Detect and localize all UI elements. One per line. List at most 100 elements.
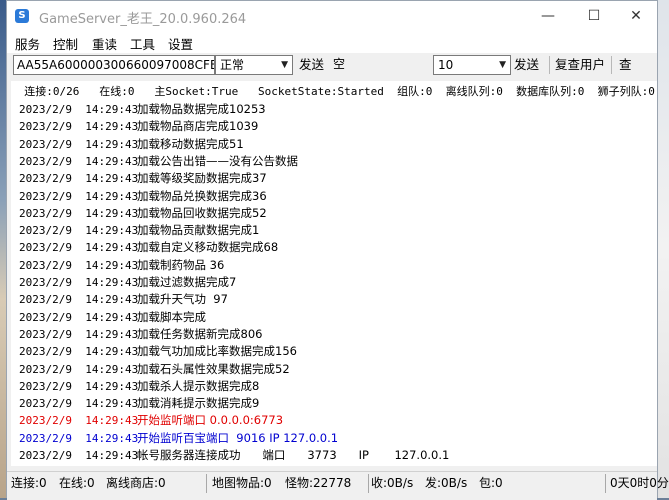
log-timestamp: 2023/2/9 14:29:43 <box>19 431 139 445</box>
count-select-value: 10 <box>438 58 454 72</box>
log-message: 加载物品商店完成1039 <box>137 119 259 134</box>
status-map-items: 地图物品:0 <box>212 476 272 490</box>
dropdown-arrow-icon: ▼ <box>281 60 288 70</box>
log-timestamp: 2023/2/9 14:29:43 <box>19 241 139 255</box>
log-message: 加载等级奖励数据完成37 <box>137 171 267 186</box>
log-row[interactable]: 2023/2/9 14:29:43加载物品兑换数据完成36 <box>19 188 267 204</box>
status-monsters: 怪物:22778 <box>285 476 352 490</box>
log-message: 加载杀人提示数据完成8 <box>137 378 260 393</box>
log-timestamp: 2023/2/9 14:29:43 <box>19 224 139 238</box>
log-message: 加载物品贡献数据完成1 <box>137 223 260 238</box>
log-row[interactable]: 2023/2/9 14:29:43加载制药物品 36 <box>19 257 224 273</box>
log-message: 加载消耗提示数据完成9 <box>137 396 260 411</box>
log-row[interactable]: 2023/2/9 14:29:43加载杀人提示数据完成8 <box>19 378 259 394</box>
log-row[interactable]: 2023/2/9 14:29:43加载任务数据新完成806 <box>19 326 262 342</box>
log-message: 加载升天气功 97 <box>137 292 228 307</box>
status-connections: 连接:0 <box>11 476 47 490</box>
log-row[interactable]: 2023/2/9 14:29:43加载自定义移动数据完成68 <box>19 239 278 255</box>
log-row[interactable]: 2023/2/9 14:29:43帐号服务器连接成功 端口 3773 IP 12… <box>19 447 449 463</box>
minimize-icon[interactable]: — <box>525 1 571 31</box>
log-message: 加载脚本完成 <box>137 309 206 324</box>
log-message: 加载制药物品 36 <box>137 257 225 272</box>
log-row[interactable]: 2023/2/9 14:29:43加载等级奖励数据完成37 <box>19 170 267 186</box>
title-bar[interactable]: S GameServer_老王_20.0.960.264 — ☐ ✕ <box>7 1 657 31</box>
log-row[interactable]: 2023/2/9 14:29:43加载脚本完成 <box>19 309 206 325</box>
log-message: 加载气功加成比率数据完成156 <box>137 344 297 359</box>
log-row[interactable]: 2023/2/9 14:29:43加载气功加成比率数据完成156 <box>19 343 297 359</box>
menu-bar: 服务 控制 重读 工具 设置 <box>7 31 657 53</box>
send-button-1[interactable]: 发送 <box>297 54 326 76</box>
server-status-summary: 连接:0/26 在线:0 主Socket:True SocketState:St… <box>11 85 655 98</box>
toolbar-separator <box>549 56 550 74</box>
log-timestamp: 2023/2/9 14:29:43 <box>19 310 139 324</box>
message-input[interactable]: 空 <box>330 55 430 75</box>
recheck-users-button[interactable]: 复查用户 <box>553 54 607 76</box>
status-send-rate: 发:0B/s <box>425 476 468 490</box>
log-row[interactable]: 2023/2/9 14:29:43加载消耗提示数据完成9 <box>19 395 259 411</box>
send-button-2[interactable]: 发送 <box>512 54 541 76</box>
log-message: 开始监听百宝端口 9016 IP 127.0.0.1 <box>137 430 339 445</box>
log-timestamp: 2023/2/9 14:29:43 <box>19 449 139 462</box>
log-message: 加载物品兑换数据完成36 <box>137 188 267 203</box>
log-message: 加载物品回收数据完成52 <box>137 205 267 220</box>
log-timestamp: 2023/2/9 14:29:43 <box>19 293 139 307</box>
log-row[interactable]: 2023/2/9 14:29:43开始监听端口 0.0.0.0:6773 <box>19 412 283 428</box>
log-message: 加载石头属性效果数据完成52 <box>137 361 290 376</box>
close-icon[interactable]: ✕ <box>613 1 659 31</box>
log-row[interactable]: 2023/2/9 14:29:43加载移动数据完成51 <box>19 136 244 152</box>
log-message: 加载任务数据新完成806 <box>137 326 263 341</box>
log-timestamp: 2023/2/9 14:29:43 <box>19 120 139 134</box>
app-s-icon: S <box>15 9 29 23</box>
log-timestamp: 2023/2/9 14:29:43 <box>19 189 139 203</box>
log-list[interactable]: 连接:0/26 在线:0 主Socket:True SocketState:St… <box>11 81 657 466</box>
log-timestamp: 2023/2/9 14:29:43 <box>19 414 139 428</box>
status-bar: 连接:0 在线:0 离线商店:0 地图物品:0 怪物:22778 收:0B/s … <box>7 471 669 500</box>
log-message: 加载自定义移动数据完成68 <box>137 240 279 255</box>
log-row[interactable]: 2023/2/9 14:29:43加载公告出错——没有公告数据 <box>19 153 298 169</box>
log-row[interactable]: 2023/2/9 14:29:43加载物品商店完成1039 <box>19 118 258 134</box>
gameserver-window: S GameServer_老王_20.0.960.264 — ☐ ✕ 服务 控制… <box>6 0 669 500</box>
log-timestamp: 2023/2/9 14:29:43 <box>19 172 139 186</box>
status-uptime: 0天0时0分30 <box>610 476 669 490</box>
log-timestamp: 2023/2/9 14:29:43 <box>19 206 139 220</box>
status-recv-rate: 收:0B/s <box>371 476 414 490</box>
log-row[interactable]: 2023/2/9 14:29:43加载石头属性效果数据完成52 <box>19 361 290 377</box>
maximize-icon[interactable]: ☐ <box>571 1 617 31</box>
log-timestamp: 2023/2/9 14:29:43 <box>19 362 139 376</box>
menu-service[interactable]: 服务 <box>15 34 40 53</box>
menu-control[interactable]: 控制 <box>53 34 78 53</box>
menu-settings[interactable]: 设置 <box>168 34 193 53</box>
log-row[interactable]: 2023/2/9 14:29:43加载升天气功 97 <box>19 291 228 307</box>
log-timestamp: 2023/2/9 14:29:43 <box>19 103 139 116</box>
log-timestamp: 2023/2/9 14:29:43 <box>19 154 139 168</box>
window-title: GameServer_老王_20.0.960.264 <box>39 12 247 27</box>
log-timestamp: 2023/2/9 14:29:43 <box>19 397 139 411</box>
log-message: 加载公告出错——没有公告数据 <box>137 153 298 168</box>
toolbar: AA55A600000300660097008CFB! 正常 ▼ 发送 空 10… <box>7 53 657 77</box>
log-message: 帐号服务器连接成功 端口 3773 IP 127.0.0.1 <box>137 448 450 462</box>
mode-select[interactable]: 正常 ▼ <box>215 55 293 75</box>
log-row[interactable]: 2023/2/9 14:29:43加载物品贡献数据完成1 <box>19 222 259 238</box>
menu-tools[interactable]: 工具 <box>130 34 155 53</box>
log-timestamp: 2023/2/9 14:29:43 <box>19 137 139 151</box>
log-row[interactable]: 2023/2/9 14:29:43加载物品数据完成10253 <box>19 101 266 117</box>
status-divider <box>206 474 207 493</box>
desktop-background-right <box>657 0 669 498</box>
packet-id-input[interactable]: AA55A600000300660097008CFB! <box>13 55 215 75</box>
status-divider <box>605 474 606 493</box>
query-button[interactable]: 查 <box>617 54 634 76</box>
log-message: 加载移动数据完成51 <box>137 136 244 151</box>
log-message: 加载物品数据完成10253 <box>137 102 266 116</box>
log-timestamp: 2023/2/9 14:29:43 <box>19 327 139 341</box>
status-divider <box>368 474 369 493</box>
menu-reload[interactable]: 重读 <box>92 34 117 53</box>
toolbar-separator <box>611 56 612 74</box>
log-row[interactable]: 2023/2/9 14:29:43开始监听百宝端口 9016 IP 127.0.… <box>19 430 338 446</box>
log-message: 加载过滤数据完成7 <box>137 275 237 289</box>
count-select[interactable]: 10 ▼ <box>433 55 511 75</box>
status-offline-shop: 离线商店:0 <box>106 476 166 490</box>
log-row[interactable]: 2023/2/9 14:29:43加载物品回收数据完成52 <box>19 205 267 221</box>
log-timestamp: 2023/2/9 14:29:43 <box>19 379 139 393</box>
log-row[interactable]: 2023/2/9 14:29:43加载过滤数据完成7 <box>19 274 236 290</box>
mode-select-value: 正常 <box>220 58 245 72</box>
